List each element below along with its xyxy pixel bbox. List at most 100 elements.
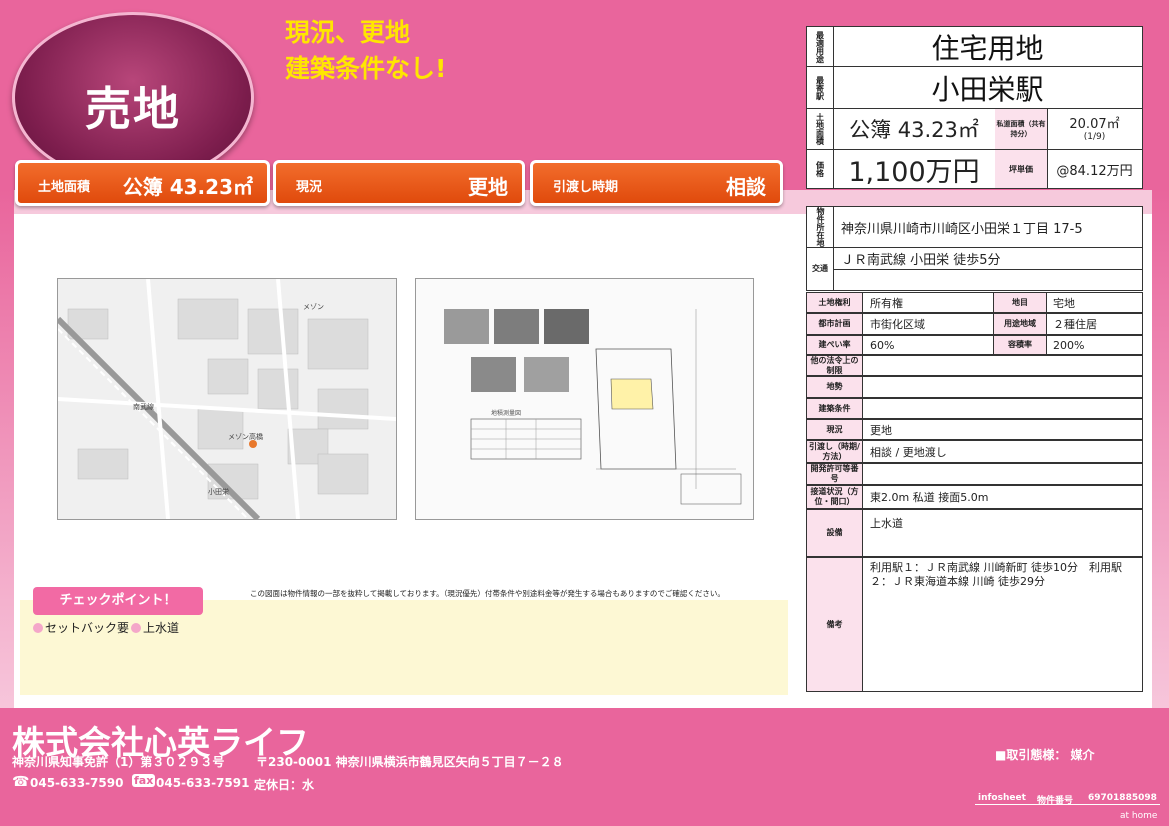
terrain-label: 地勢 [807, 377, 863, 397]
tag-status-key: 現況 [296, 180, 323, 195]
fax-number: 045-633-7591 [156, 776, 250, 790]
other-law-label: 他の法令上の制限 [807, 356, 863, 375]
bullet-icon [131, 622, 142, 633]
survey-caption: 地積測量図 [491, 409, 521, 417]
far-value: 200% [1053, 338, 1085, 352]
checkpoint-items: セットバック要 上水道 [33, 619, 179, 636]
chimoku-label: 地目 [993, 293, 1047, 312]
row-status: 現況 更地 [806, 419, 1143, 440]
city-plan-label: 都市計画 [807, 314, 863, 334]
row-remarks: 備考 利用駅１：ＪＲ南武線 川崎新町 徒歩10分 利用駅２：ＪＲ東海道本線 川崎… [806, 557, 1143, 692]
building-cond-label: 建築条件 [807, 399, 863, 418]
map-label-3: 南武線 [133, 402, 154, 411]
tag-land-area-key: 土地面積 [38, 180, 91, 195]
checkpoint-title: チェックポイント！ [33, 587, 203, 615]
deal-type: ■取引態様： 媒介 [995, 748, 1095, 762]
facility-value: 上水道 [870, 517, 903, 530]
tel-number: 045-633-7590 [30, 776, 124, 790]
telephone-icon: ☎ [12, 774, 30, 790]
map-label-1: メゾン高橋 [228, 432, 263, 441]
location-map: メゾン高橋 小田栄 南武線 メゾン [57, 278, 397, 520]
handover-label: 引渡し（時期/方法） [807, 441, 863, 462]
tag-status: 現況 更地 [273, 160, 525, 206]
fax-icon: fax [132, 774, 156, 787]
row-land-right: 土地権利 所有権 地目 宅地 [806, 292, 1143, 313]
summary-area: 土地面積 公簿 43.23㎡ 私道面積（共有持分） 20.07㎡ (1/9) [806, 108, 1143, 150]
address: 〒230-0001 神奈川県横浜市鶴見区矢向５丁目７－２８ [256, 755, 564, 769]
address-value: 神奈川県川崎市川崎区小田栄１丁目 17-5 [841, 221, 1083, 237]
status-value: 更地 [870, 423, 892, 437]
tag-handover-key: 引渡し時期 [553, 180, 619, 195]
row-transport: 交通 ＪＲ南武線 小田栄 徒歩5分 [806, 247, 1143, 291]
address-label: 物件所在地 [807, 207, 834, 247]
summary-area-label: 土地面積 [807, 109, 834, 149]
summary-area-value: 公簿 43.23㎡ [833, 109, 996, 149]
bcr-value: 60% [870, 338, 895, 352]
row-other-law: 他の法令上の制限 [806, 355, 1143, 376]
zoning-value: ２種住居 [1053, 318, 1097, 331]
map-graphic: メゾン高橋 小田栄 南武線 メゾン [58, 279, 396, 519]
city-plan-value: 市街化区域 [870, 318, 925, 331]
transport-divider [833, 269, 1142, 270]
remarks-label: 備考 [807, 558, 863, 691]
land-right-label: 土地権利 [807, 293, 863, 312]
summary-price-value: 1,100万円 [833, 150, 996, 188]
athome-logo: at home [1120, 811, 1158, 821]
row-terrain: 地勢 [806, 376, 1143, 398]
far-label: 容積率 [993, 336, 1047, 354]
dev-permit-label: 開発許可等番号 [807, 464, 863, 484]
tag-land-area-value: 公簿 43.23㎡ [122, 175, 253, 199]
license: 神奈川県知事免許（1）第３０２９３号 [12, 755, 225, 769]
summary-station-label: 最寄駅 [807, 67, 834, 108]
road-label: 接道状況（方位・間口） [807, 486, 863, 508]
holiday: 定休日：水 [254, 778, 315, 792]
remarks-value: 利用駅１：ＪＲ南武線 川崎新町 徒歩10分 利用駅２：ＪＲ東海道本線 川崎 徒歩… [870, 561, 1122, 588]
map-label-4: メゾン [303, 303, 324, 311]
bullet-icon [33, 622, 43, 633]
footer: 株式会社心英ライフ 神奈川県知事免許（1）第３０２９３号 〒230-0001 神… [0, 708, 1169, 826]
survey-graphic: 地積測量図 [416, 279, 753, 519]
summary-price: 価格 1,100万円 坪単価 @84.12万円 [806, 149, 1143, 189]
summary-private-road-value: 20.07㎡ [1069, 117, 1120, 132]
map-label-2: 小田栄 [208, 487, 229, 496]
left-stripe [0, 190, 14, 710]
summary-use: 最適用途 住宅用地 [806, 26, 1143, 67]
right-stripe [1152, 190, 1169, 710]
catch-line-1: 現況、更地 [285, 18, 411, 47]
sale-badge-label: 売地 [85, 82, 181, 136]
tag-handover: 引渡し時期 相談 [530, 160, 783, 206]
summary-private-road-label: 私道面積（共有持分） [995, 109, 1048, 149]
row-facility: 設備 上水道 [806, 509, 1143, 557]
summary-private-road-share: (1/9) [1083, 132, 1106, 142]
row-dev-permit: 開発許可等番号 [806, 463, 1143, 485]
catch-line-2: 建築条件なし! [285, 54, 447, 83]
summary-tsubo-value: @84.12万円 [1056, 163, 1133, 179]
row-road: 接道状況（方位・間口） 東2.0m 私道 接面5.0m [806, 485, 1143, 509]
tag-status-value: 更地 [468, 175, 508, 199]
road-value: 東2.0m 私道 接面5.0m [870, 491, 989, 504]
facility-label: 設備 [807, 510, 863, 556]
row-city-plan: 都市計画 市街化区域 用途地域 ２種住居 [806, 313, 1143, 335]
summary-price-label: 価格 [807, 150, 834, 188]
checkpoint-item-1: セットバック要 [45, 621, 130, 635]
tag-land-area: 土地面積 公簿 43.23㎡ [15, 160, 270, 206]
infosheet-label: infosheet [978, 793, 1026, 803]
row-ratio: 建ぺい率 60% 容積率 200% [806, 335, 1143, 355]
zoning-label: 用途地域 [993, 314, 1047, 334]
summary-use-value: 住宅用地 [931, 31, 1044, 65]
land-right-value: 所有権 [870, 296, 903, 310]
summary-station: 最寄駅 小田栄駅 [806, 66, 1143, 109]
summary-tsubo-label: 坪単価 [995, 150, 1048, 188]
property-no: 69701885098 [1088, 793, 1157, 803]
summary-station-value: 小田栄駅 [931, 72, 1044, 106]
chimoku-value: 宅地 [1053, 296, 1075, 310]
row-address: 物件所在地 神奈川県川崎市川崎区小田栄１丁目 17-5 [806, 206, 1143, 248]
row-handover: 引渡し（時期/方法） 相談 / 更地渡し [806, 440, 1143, 463]
summary-use-label: 最適用途 [807, 27, 834, 66]
bcr-label: 建ぺい率 [807, 336, 863, 354]
checkpoint-item-2: 上水道 [143, 621, 180, 635]
sale-badge: 売地 [12, 12, 254, 183]
row-building-cond: 建築条件 [806, 398, 1143, 419]
disclaimer: この図面は物件情報の一部を抜粋して掲載しております。（現況優先）付帯条件や別途料… [250, 589, 725, 598]
transport-value: ＪＲ南武線 小田栄 徒歩5分 [841, 252, 1001, 268]
